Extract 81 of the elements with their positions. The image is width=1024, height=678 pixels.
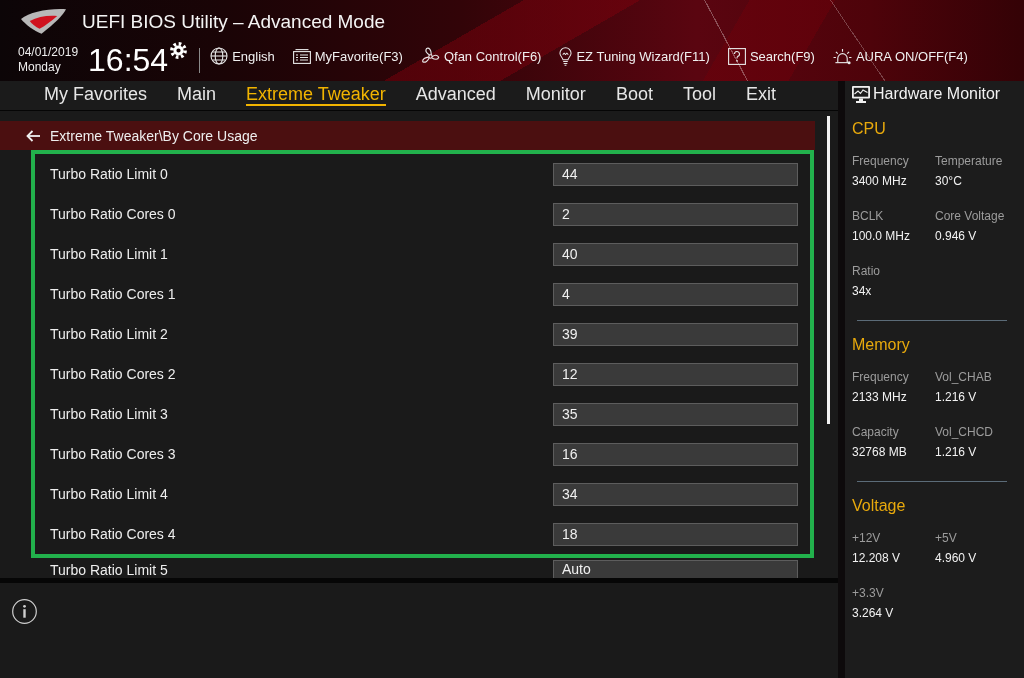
clock-time: 16:54	[88, 43, 169, 77]
metric-value: 1.216 V	[935, 444, 977, 461]
back-arrow-icon[interactable]	[26, 129, 40, 142]
setting-label: Turbo Ratio Cores 3	[50, 445, 176, 463]
menu-tab[interactable]: Tool	[682, 82, 716, 106]
toolbar-button[interactable]: MyFavorite(F3)	[292, 48, 403, 64]
value-field[interactable]: 40	[553, 242, 798, 266]
metric-label: BCLK	[852, 208, 884, 225]
metric-value: 100.0 MHz	[852, 228, 911, 245]
setting-label: Turbo Ratio Limit 3	[50, 405, 168, 423]
weekday-text: Monday	[18, 60, 62, 75]
menu-tab[interactable]: Advanced	[415, 82, 496, 106]
value-field[interactable]: 39	[553, 322, 798, 346]
monitor-icon	[852, 85, 870, 103]
setting-label: Turbo Ratio Cores 0	[50, 205, 176, 223]
breadcrumb-text: Extreme Tweaker\By Core Usage	[50, 127, 258, 144]
metric-value: 2133 MHz	[852, 389, 907, 406]
setting-label: Turbo Ratio Cores 1	[50, 285, 176, 303]
value-field[interactable]: Auto	[553, 560, 798, 578]
fan-icon	[420, 46, 440, 66]
panel-title: Hardware Monitor	[873, 85, 1001, 103]
value-field[interactable]: 16	[553, 442, 798, 466]
section-title: CPU	[852, 119, 887, 139]
metric-label: Ratio	[852, 263, 880, 280]
section-title: Memory	[852, 335, 911, 355]
metric-label: Vol_CHCD	[935, 424, 994, 441]
metric-value: 3.264 V	[852, 605, 894, 622]
scrollbar-thumb[interactable]	[827, 116, 830, 424]
metric-label: Frequency	[852, 153, 909, 170]
metric-label: +3.3V	[852, 585, 884, 602]
setting-label: Turbo Ratio Cores 2	[50, 365, 176, 383]
metric-label: Frequency	[852, 369, 909, 386]
setting-label: Turbo Ratio Cores 4	[50, 525, 176, 543]
value-field[interactable]: 2	[553, 202, 798, 226]
setting-label: Turbo Ratio Limit 5	[50, 562, 168, 578]
metric-label: Core Voltage	[935, 208, 1005, 225]
metric-label: Capacity	[852, 424, 899, 441]
logo-icon	[20, 7, 67, 35]
metric-value: 32768 MB	[852, 444, 907, 461]
metric-value: 34x	[852, 283, 872, 300]
toolbar-button[interactable]: AURA ON/OFF(F4)	[832, 47, 968, 65]
metric-value: 1.216 V	[935, 389, 977, 406]
metric-value: 3400 MHz	[852, 173, 907, 190]
menu-tab[interactable]: Extreme Tweaker	[246, 82, 386, 106]
value-field[interactable]: 34	[553, 482, 798, 506]
metric-value: 12.208 V	[852, 550, 901, 567]
value-field[interactable]: 4	[553, 282, 798, 306]
globe-icon	[210, 47, 229, 65]
value-field[interactable]: 35	[553, 402, 798, 426]
menu-tab[interactable]: My Favorites	[44, 82, 148, 106]
metric-value: 0.946 V	[935, 228, 977, 245]
metric-label: +12V	[852, 530, 881, 547]
question-mark-icon	[727, 47, 746, 65]
value-field[interactable]: 12	[553, 362, 798, 386]
toolbar-button[interactable]: Qfan Control(F6)	[420, 46, 542, 66]
setting-label: Turbo Ratio Limit 2	[50, 325, 168, 343]
beacon-light-icon	[832, 47, 852, 65]
setting-label: Turbo Ratio Limit 0	[50, 165, 168, 183]
window-title: UEFI BIOS Utility – Advanced Mode	[82, 11, 386, 33]
metric-label: Vol_CHAB	[935, 369, 992, 386]
toolbar-button[interactable]: Search(F9)	[727, 47, 815, 65]
menu-tab[interactable]: Monitor	[525, 82, 586, 106]
setting-label: Turbo Ratio Limit 1	[50, 245, 168, 263]
menu-tab[interactable]: Exit	[745, 82, 776, 106]
metric-value: 4.960 V	[935, 550, 977, 567]
gear-icon[interactable]	[170, 42, 188, 59]
metric-value: 30°C	[935, 173, 962, 190]
toolbar-button[interactable]: EZ Tuning Wizard(F11)	[559, 46, 710, 66]
metric-label: Temperature	[935, 153, 1003, 170]
setting-label: Turbo Ratio Limit 4	[50, 485, 168, 503]
menu-tab[interactable]: Main	[177, 82, 217, 106]
info-icon	[12, 599, 37, 624]
menu-tab[interactable]: Boot	[615, 82, 653, 106]
value-field[interactable]: 18	[553, 522, 798, 546]
value-field[interactable]: 44	[553, 162, 798, 186]
toolbar-button[interactable]: English	[210, 47, 275, 65]
list-card-icon	[292, 48, 311, 64]
date-text: 04/01/2019	[18, 45, 79, 60]
lightbulb-icon	[559, 46, 573, 66]
section-title: Voltage	[852, 496, 907, 516]
metric-label: +5V	[935, 530, 957, 547]
